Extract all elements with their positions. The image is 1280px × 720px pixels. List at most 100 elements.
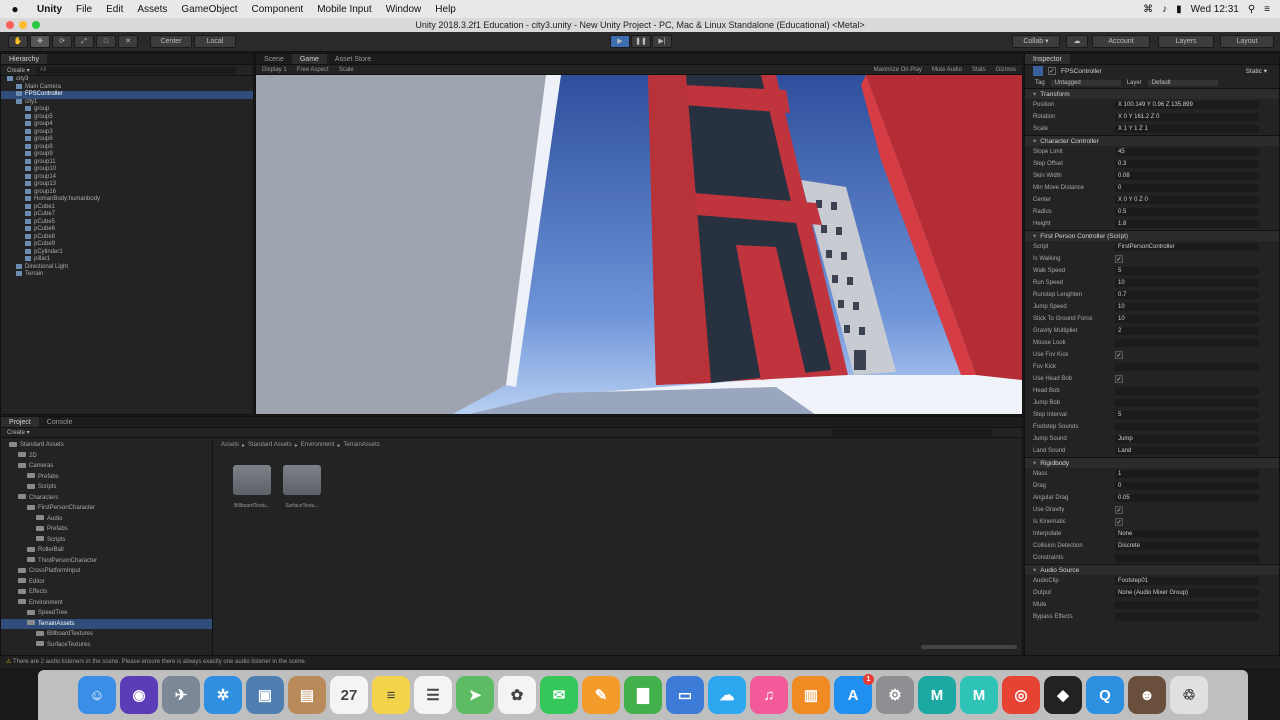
unity-icon[interactable]: ◆ [1044,676,1082,714]
project-folder-item[interactable]: BillboardTextures [1,629,212,640]
property-field[interactable]: Land [1115,447,1259,455]
hierarchy-item[interactable]: group [1,106,253,114]
layer-dropdown[interactable]: Default [1147,79,1218,86]
project-folder-item[interactable]: Prefabs [1,524,212,535]
breadcrumb-assets[interactable]: Assets [221,442,239,452]
hierarchy-item[interactable]: pCube6 [1,226,253,234]
finder-icon[interactable]: ☺ [78,676,116,714]
property-field[interactable]: Footstep01 [1115,577,1259,585]
tab-project[interactable]: Project [1,417,39,427]
property-field[interactable]: 0.7 [1115,291,1259,299]
system-preferences-icon[interactable]: ⚙ [876,676,914,714]
hand-tool-icon[interactable]: ✋ [8,35,28,48]
hierarchy-item[interactable]: group6 [1,136,253,144]
property-field[interactable]: X 100.149 Y 0.96 Z 135.899 [1115,101,1259,109]
battery-icon[interactable]: ▮ [1176,4,1182,15]
project-folder-item[interactable]: 2D [1,451,212,462]
collab-dropdown[interactable]: Collab ▾ [1012,35,1060,48]
property-field[interactable]: Discrete [1115,542,1259,550]
hierarchy-item[interactable]: group9 [1,151,253,159]
project-folder-item[interactable]: Audio [1,514,212,525]
property-checkbox[interactable]: ✓ [1115,351,1123,359]
hierarchy-item[interactable]: pCylinder1 [1,248,253,257]
tab-asset-store[interactable]: Asset Store [327,54,379,64]
layers-dropdown[interactable]: Layers [1158,35,1214,48]
hierarchy-item[interactable]: group13 [1,181,253,189]
hierarchy-item[interactable]: pCube1 [1,203,253,212]
property-field[interactable] [1115,554,1259,562]
safari-icon[interactable]: ✲ [204,676,242,714]
game-render[interactable] [256,75,1022,415]
numbers-icon[interactable]: ▇ [624,676,662,714]
property-checkbox[interactable]: ✓ [1115,506,1123,514]
tab-inspector[interactable]: Inspector [1025,54,1070,64]
hierarchy-item[interactable]: pCube9 [1,241,253,249]
project-folder-item[interactable]: Editor [1,577,212,588]
property-field[interactable]: Jump [1115,435,1259,443]
property-field[interactable] [1115,399,1259,407]
property-field[interactable]: 0 [1115,184,1259,192]
project-folder-item[interactable]: TerrainAssets [1,618,212,629]
component-header[interactable]: ▾ Audio Source [1025,564,1279,575]
property-checkbox[interactable]: ✓ [1115,255,1123,263]
hierarchy-item[interactable]: group16 [1,188,253,197]
hierarchy-item[interactable]: Main Camera [1,83,253,92]
display-dropdown[interactable]: Display 1 [262,67,287,73]
pivot-center-button[interactable]: Center [150,35,192,48]
global-local-button[interactable]: Local [194,35,236,48]
breadcrumb-environment[interactable]: Environment [301,442,335,452]
property-field[interactable] [1115,423,1259,431]
property-field[interactable]: X 1 Y 1 Z 1 [1115,125,1259,133]
icon-size-slider[interactable] [921,645,1017,649]
play-button[interactable]: ▶ [610,35,630,48]
property-field[interactable]: 10 [1115,303,1259,311]
hierarchy-item[interactable]: pillar1 [1,256,253,264]
project-folder-item[interactable]: Cameras [1,461,212,472]
foldout-icon[interactable]: ▾ [1033,567,1036,574]
zoom-window-icon[interactable] [32,21,40,29]
hierarchy-search-input[interactable]: All [35,66,236,74]
property-field[interactable]: X 0 Y 0 Z 0 [1115,196,1259,204]
property-field[interactable]: 1 [1115,470,1259,478]
project-folder-item[interactable]: SpeedTree [1,608,212,619]
stats-toggle[interactable]: Stats [972,67,986,73]
property-field[interactable]: 0 [1115,482,1259,490]
tab-console[interactable]: Console [39,417,81,427]
menu-assets[interactable]: Assets [130,4,174,15]
user-photo-icon[interactable]: ☻ [1128,676,1166,714]
spotlight-search-icon[interactable]: ⚲ [1248,4,1255,15]
maximize-on-play-toggle[interactable]: Maximize On Play [874,67,922,73]
cloud-icon[interactable]: ☁ [1066,35,1088,48]
pause-button[interactable]: ❚❚ [631,35,651,48]
hierarchy-item[interactable]: group8 [1,143,253,152]
messages-icon[interactable]: ✉ [540,676,578,714]
property-field[interactable]: None [1115,530,1259,538]
maya-2-icon[interactable]: M [960,676,998,714]
maps-icon[interactable]: ➤ [456,676,494,714]
menu-component[interactable]: Component [245,4,311,15]
foldout-icon[interactable]: ▾ [1033,138,1036,145]
property-field[interactable]: 10 [1115,315,1259,323]
property-field[interactable] [1115,613,1259,621]
project-create-button[interactable]: Create ▾ [7,429,30,436]
app-store-icon[interactable]: A1 [834,674,874,714]
hierarchy-item[interactable]: pCube5 [1,218,253,227]
folder-billboardtextures[interactable]: BillboardTextu... [229,465,275,509]
object-name-field[interactable]: FPSController [1061,68,1102,75]
static-dropdown[interactable]: Static ▾ [1246,67,1279,75]
folder-surfacetextures[interactable]: SurfaceTextu... [279,465,325,509]
calendar-icon[interactable]: 27 [330,676,368,714]
active-checkbox[interactable]: ✓ [1048,67,1056,75]
property-field[interactable]: 0.05 [1115,494,1259,502]
menu-window[interactable]: Window [379,4,429,15]
project-folder-item[interactable]: Effects [1,587,212,598]
component-header[interactable]: ▾ Transform [1025,88,1279,99]
property-field[interactable]: 10 [1115,279,1259,287]
property-field[interactable] [1115,363,1259,371]
menu-file[interactable]: File [69,4,99,15]
aspect-dropdown[interactable]: Free Aspect [297,67,329,73]
project-folder-item[interactable]: ThirdPersonCharacter [1,556,212,567]
project-folder-item[interactable]: CrossPlatformInput [1,566,212,577]
hierarchy-item[interactable]: group4 [1,121,253,129]
rect-tool-icon[interactable]: □ [96,35,116,48]
